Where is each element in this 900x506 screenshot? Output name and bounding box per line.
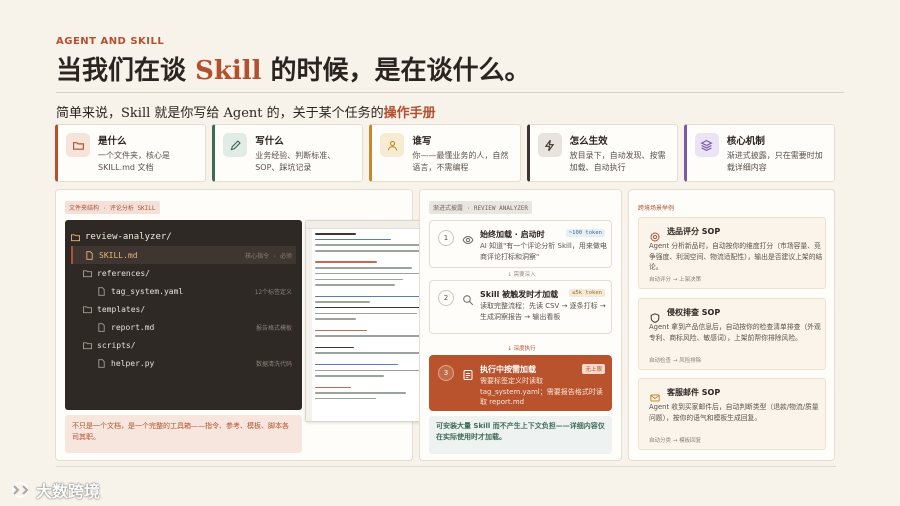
folder-icon: [83, 341, 92, 349]
card-desc: 放目录下，自动发现、按需加载、自动执行: [569, 151, 666, 172]
eye-icon: [462, 231, 474, 245]
step-desc: AI 知道"有一个评论分析 Skill，用来做电商评论打标和洞察": [480, 242, 607, 261]
disclosure-note: 可安装大量 Skill 而不产生上下文负担——详细内容仅在实际使用时才加载。: [429, 416, 612, 454]
scenario-panel: 跨境场景举例 选品评分 SOP Agent 分析新品时，自动按你的维度打分（市场…: [628, 189, 835, 461]
step-title: 始终加载 · 启动时: [480, 230, 545, 239]
step-always-loaded: 1 始终加载 · 启动时 AI 知道"有一个评论分析 Skill，用来做电商评论…: [429, 220, 612, 268]
doc-icon: [462, 366, 474, 380]
subtitle-highlight: 操作手册: [383, 106, 436, 121]
step-desc: 需要标签定义时读取 tag_system.yaml；需要报告格式时读取 repo…: [480, 377, 603, 406]
card-title: 是什么: [98, 136, 127, 147]
step-title: Skill 被触发时才加载: [480, 290, 559, 299]
sop-desc: Agent 分析新品时，自动按你的维度打分（市场容量、竞争强度、利润空间、物流适…: [649, 242, 823, 271]
tree-item-report[interactable]: report.md 报告格式模板: [71, 318, 296, 336]
preview-gutter: [306, 229, 312, 421]
page-title: 当我们在谈 Skill 的时候，是在谈什么。: [56, 56, 531, 86]
eyebrow: AGENT AND SKILL: [56, 36, 165, 47]
step-arrow: ↓ 深度执行: [507, 346, 536, 352]
card-desc: 一个文件夹，核心是 SKILL.md 文档: [98, 151, 170, 172]
sop-footer: 自动评分 → 上架决策: [649, 277, 702, 283]
token-badge: 无上限: [582, 364, 605, 374]
file-icon: [98, 322, 105, 332]
tree-item-helper[interactable]: helper.py 数据清洗代码: [71, 354, 296, 372]
sop-desc: Agent 拿到产品信息后，自动按你的检查清单排查（外观专利、商标风险、敏感词）…: [649, 323, 821, 342]
sop-desc: Agent 收到买家邮件后，自动判断类型（退款/物流/质量问题），按你的语气和模…: [649, 403, 819, 422]
sop-title: 客服邮件 SOP: [667, 388, 721, 397]
step-title: 执行中按需加载: [480, 365, 536, 374]
card-what: 是什么一个文件夹，核心是 SKILL.md 文档: [55, 124, 207, 182]
tree-item-templates[interactable]: templates/: [71, 300, 296, 318]
layers-icon: [694, 133, 719, 157]
card-title: 谁写: [412, 136, 432, 147]
file-tree: review-analyzer/ SKILL.md 核心指令 · 必须 refe…: [65, 220, 302, 410]
file-icon: [98, 358, 105, 368]
step-arrow: ↓ 需要深入: [507, 272, 536, 278]
card-author: 谁写你——最懂业务的人，自然语言，不需编程: [369, 124, 521, 182]
folder-structure-panel: 文件夹结构 · 评论分析 SKILL review-analyzer/ SKIL…: [55, 189, 458, 461]
brand-logo: 大数跨境: [10, 478, 100, 502]
mail-icon: [650, 388, 660, 402]
folder-note: 不只是一个文档，是一个完整的工具箱——指令、参考、模板、脚本各司其职。: [65, 415, 302, 453]
step-desc: 读取完整流程：先读 CSV → 逐条打标 → 生成洞察报告 → 输出看板: [480, 302, 606, 321]
sop-title: 侵权排查 SOP: [667, 308, 721, 317]
title-highlight: Skill: [195, 56, 262, 86]
logo-icon: [12, 482, 29, 498]
token-badge: ~100 token: [565, 229, 605, 237]
card-desc: 渐进式披露，只在需要时加载详细内容: [726, 151, 823, 172]
sop-footer: 自动分类 → 模板回复: [649, 438, 702, 444]
tree-item-root[interactable]: review-analyzer/: [71, 228, 296, 246]
card-desc: 你——最懂业务的人，自然语言，不需编程: [412, 151, 509, 172]
progressive-disclosure-panel: 渐进式披露 · REVIEW ANALYZER 1 始终加载 · 启动时 AI …: [419, 189, 622, 461]
step-number: 3: [438, 365, 454, 381]
card-desc: 业务经验、判断标准、SOP、踩坑记录: [255, 151, 336, 172]
folder-icon: [83, 269, 92, 277]
sop-footer: 自动检查 → 风险排除: [649, 358, 702, 364]
folder-icon: [66, 133, 90, 157]
bolt-icon: [537, 133, 562, 157]
panel-tag: 渐进式披露 · REVIEW ANALYZER: [429, 201, 533, 214]
card-activation: 怎么生效放目录下，自动发现、按需加载、自动执行: [526, 124, 678, 182]
footer-divider: [56, 466, 836, 467]
sop-card-customer-email: 客服邮件 SOP Agent 收到买家邮件后，自动判断类型（退款/物流/质量问题…: [638, 378, 826, 450]
summary-cards: 是什么一个文件夹，核心是 SKILL.md 文档 写什么业务经验、判断标准、SO…: [55, 124, 836, 182]
search-icon: [462, 291, 474, 306]
folder-icon: [83, 305, 92, 313]
panel-tag: 跨境场景举例: [638, 205, 675, 212]
tree-item-references[interactable]: references/: [71, 264, 296, 282]
file-icon: [98, 286, 105, 296]
panel-tag: 文件夹结构 · 评论分析 SKILL: [65, 201, 160, 214]
token-badge: ≤5k token: [569, 289, 605, 297]
sop-card-selection: 选品评分 SOP Agent 分析新品时，自动按你的维度打分（市场容量、竞争强度…: [638, 217, 826, 289]
step-trigger-loaded: 2 Skill 被触发时才加载 读取完整流程：先读 CSV → 逐条打标 → 生…: [429, 280, 612, 334]
divider: [56, 92, 844, 93]
shield-icon: [650, 308, 660, 323]
card-title: 写什么: [255, 136, 284, 147]
step-number: 1: [438, 230, 454, 246]
tree-item-scripts[interactable]: scripts/: [71, 336, 296, 354]
card-content: 写什么业务经验、判断标准、SOP、踩坑记录: [212, 124, 364, 182]
tree-item-tag-system[interactable]: tag_system.yaml 12个标签定义: [71, 282, 296, 300]
person-icon: [380, 133, 405, 157]
subtitle: 简单来说，Skill 就是你写给 Agent 的，关于某个任务的操作手册: [56, 106, 436, 121]
tree-item-skill-md[interactable]: SKILL.md 核心指令 · 必须: [71, 246, 296, 264]
target-icon: [650, 227, 660, 242]
step-number: 2: [438, 290, 454, 306]
card-title: 核心机制: [726, 136, 765, 147]
card-title: 怎么生效: [569, 136, 608, 147]
step-on-demand: 3 执行中按需加载 需要标签定义时读取 tag_system.yaml；需要报告…: [429, 355, 612, 411]
folder-icon: [71, 233, 80, 241]
sop-card-infringement: 侵权排查 SOP Agent 拿到产品信息后，自动按你的检查清单排查（外观专利、…: [638, 298, 826, 370]
sop-title: 选品评分 SOP: [667, 227, 721, 236]
logo-text: 大数跨境: [36, 482, 101, 501]
pen-icon: [223, 133, 248, 157]
file-icon: [86, 250, 93, 260]
card-mechanism: 核心机制渐进式披露，只在需要时加载详细内容: [683, 124, 836, 182]
